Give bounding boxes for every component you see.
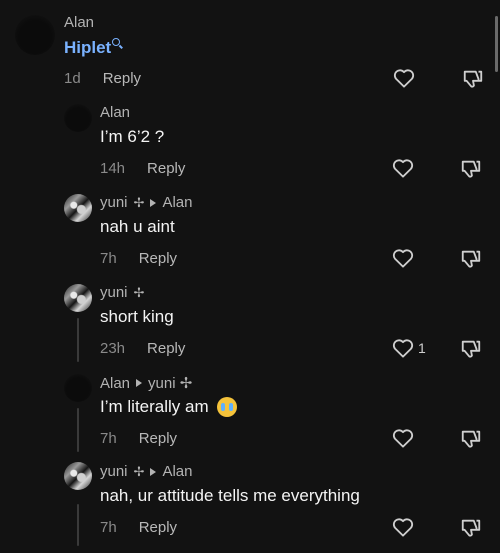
avatar[interactable] <box>64 194 92 222</box>
thumbs-down-icon <box>461 340 481 358</box>
heart-icon <box>392 249 414 268</box>
author-name: Alan <box>64 14 95 31</box>
heart-icon <box>393 69 415 88</box>
avatar[interactable] <box>15 15 55 55</box>
author-name: yuni <box>100 284 128 301</box>
comment-body: nah, ur attitude tells me everything <box>100 486 360 506</box>
comment-text: short king <box>100 307 174 326</box>
comment-meta: 7h Reply <box>100 250 177 267</box>
like-count: 1 <box>418 340 426 356</box>
like-button[interactable] <box>392 517 414 537</box>
heart-icon <box>392 518 414 537</box>
loudly-crying-face-icon <box>216 397 237 417</box>
comment-author[interactable]: Alan <box>64 14 94 31</box>
heart-icon <box>392 429 414 448</box>
comment-text: I’m 6’2 ? <box>100 127 165 146</box>
heart-icon <box>392 339 414 358</box>
timestamp: 1d <box>64 70 81 87</box>
thumbs-down-icon <box>461 519 481 537</box>
reply-arrow-icon <box>150 198 157 207</box>
comment-author[interactable]: yuni ✢ Alan <box>100 194 192 211</box>
like-button[interactable] <box>392 248 414 268</box>
timestamp: 7h <box>100 519 117 536</box>
search-icon <box>112 38 121 46</box>
reply-arrow-icon <box>136 379 143 387</box>
timestamp: 7h <box>100 250 117 267</box>
comment-meta: 1d Reply <box>64 70 141 87</box>
like-button[interactable] <box>392 158 414 178</box>
thumbs-down-icon <box>463 70 483 88</box>
author-suffix: ✢ <box>133 284 145 300</box>
author-name: Alan <box>100 104 131 121</box>
dislike-button[interactable] <box>462 68 484 95</box>
comment-body: Hiplet <box>64 38 121 58</box>
avatar[interactable] <box>64 284 92 312</box>
dislike-button[interactable] <box>460 158 482 185</box>
comment-meta: 7h Reply <box>100 519 177 536</box>
search-link[interactable]: Hiplet <box>64 38 111 58</box>
author-name: yuni <box>100 194 128 211</box>
comment-author[interactable]: yuni ✢ Alan <box>100 463 192 480</box>
thread-line <box>77 504 79 546</box>
author-suffix: ✢ <box>133 194 145 210</box>
timestamp: 7h <box>100 430 117 447</box>
avatar[interactable] <box>64 374 92 402</box>
reply-button[interactable]: Reply <box>147 340 185 357</box>
timestamp: 23h <box>100 340 126 357</box>
reply-comment: yuni ✢ Alan nah, ur attitude tells me ev… <box>0 460 500 553</box>
like-button[interactable]: 1 <box>392 338 426 358</box>
reply-button[interactable]: Reply <box>147 160 185 177</box>
author-name: Alan <box>100 374 131 392</box>
author-name: yuni <box>100 463 128 480</box>
reply-to-name[interactable]: yuni ✢ <box>148 374 192 392</box>
comment-meta: 7h Reply <box>100 430 177 447</box>
reply-arrow-icon <box>150 467 157 476</box>
comment-meta: 14h Reply <box>100 160 185 177</box>
scrollbar[interactable] <box>495 16 498 72</box>
dislike-button[interactable] <box>460 338 482 365</box>
author-suffix: ✢ <box>133 463 145 479</box>
avatar[interactable] <box>64 462 92 490</box>
comment-meta: 23h Reply <box>100 340 185 357</box>
comment-text: nah, ur attitude tells me everything <box>100 486 360 505</box>
reply-button[interactable]: Reply <box>103 70 141 87</box>
reply-comment: yuni ✢ short king 23h Reply 1 <box>0 280 500 370</box>
reply-comment: Alan I’m 6’2 ? 14h Reply <box>0 100 500 190</box>
thumbs-down-icon <box>461 160 481 178</box>
reply-button[interactable]: Reply <box>139 250 177 267</box>
thread-line <box>77 318 79 362</box>
comment-author[interactable]: yuni ✢ <box>100 284 144 301</box>
like-button[interactable] <box>393 68 415 88</box>
thread-line <box>77 408 79 452</box>
reply-to-name[interactable]: Alan <box>162 194 192 211</box>
like-button[interactable] <box>392 428 414 448</box>
comment-main: Alan Hiplet 1d Reply <box>0 0 500 100</box>
comment-text: I’m literally am <box>100 397 209 416</box>
reply-button[interactable]: Reply <box>139 519 177 536</box>
reply-comment: Alan yuni ✢ I’m literally am 7h Reply <box>0 370 500 460</box>
timestamp: 14h <box>100 160 126 177</box>
comment-body: nah u aint <box>100 217 175 237</box>
heart-icon <box>392 159 414 178</box>
comment-author[interactable]: Alan yuni ✢ <box>100 374 192 393</box>
reply-to-name[interactable]: Alan <box>162 463 192 480</box>
comment-body: short king <box>100 307 174 327</box>
dislike-button[interactable] <box>460 248 482 275</box>
comment-body: I’m 6’2 ? <box>100 127 164 147</box>
comment-author[interactable]: Alan <box>100 104 130 121</box>
reply-comment: yuni ✢ Alan nah u aint 7h Reply <box>0 190 500 280</box>
thumbs-down-icon <box>461 430 481 448</box>
comment-text: nah u aint <box>100 217 175 236</box>
reply-button[interactable]: Reply <box>139 430 177 447</box>
dislike-button[interactable] <box>460 428 482 455</box>
comment-body: I’m literally am <box>100 397 237 417</box>
dislike-button[interactable] <box>460 517 482 544</box>
thumbs-down-icon <box>461 250 481 268</box>
avatar[interactable] <box>64 104 92 132</box>
